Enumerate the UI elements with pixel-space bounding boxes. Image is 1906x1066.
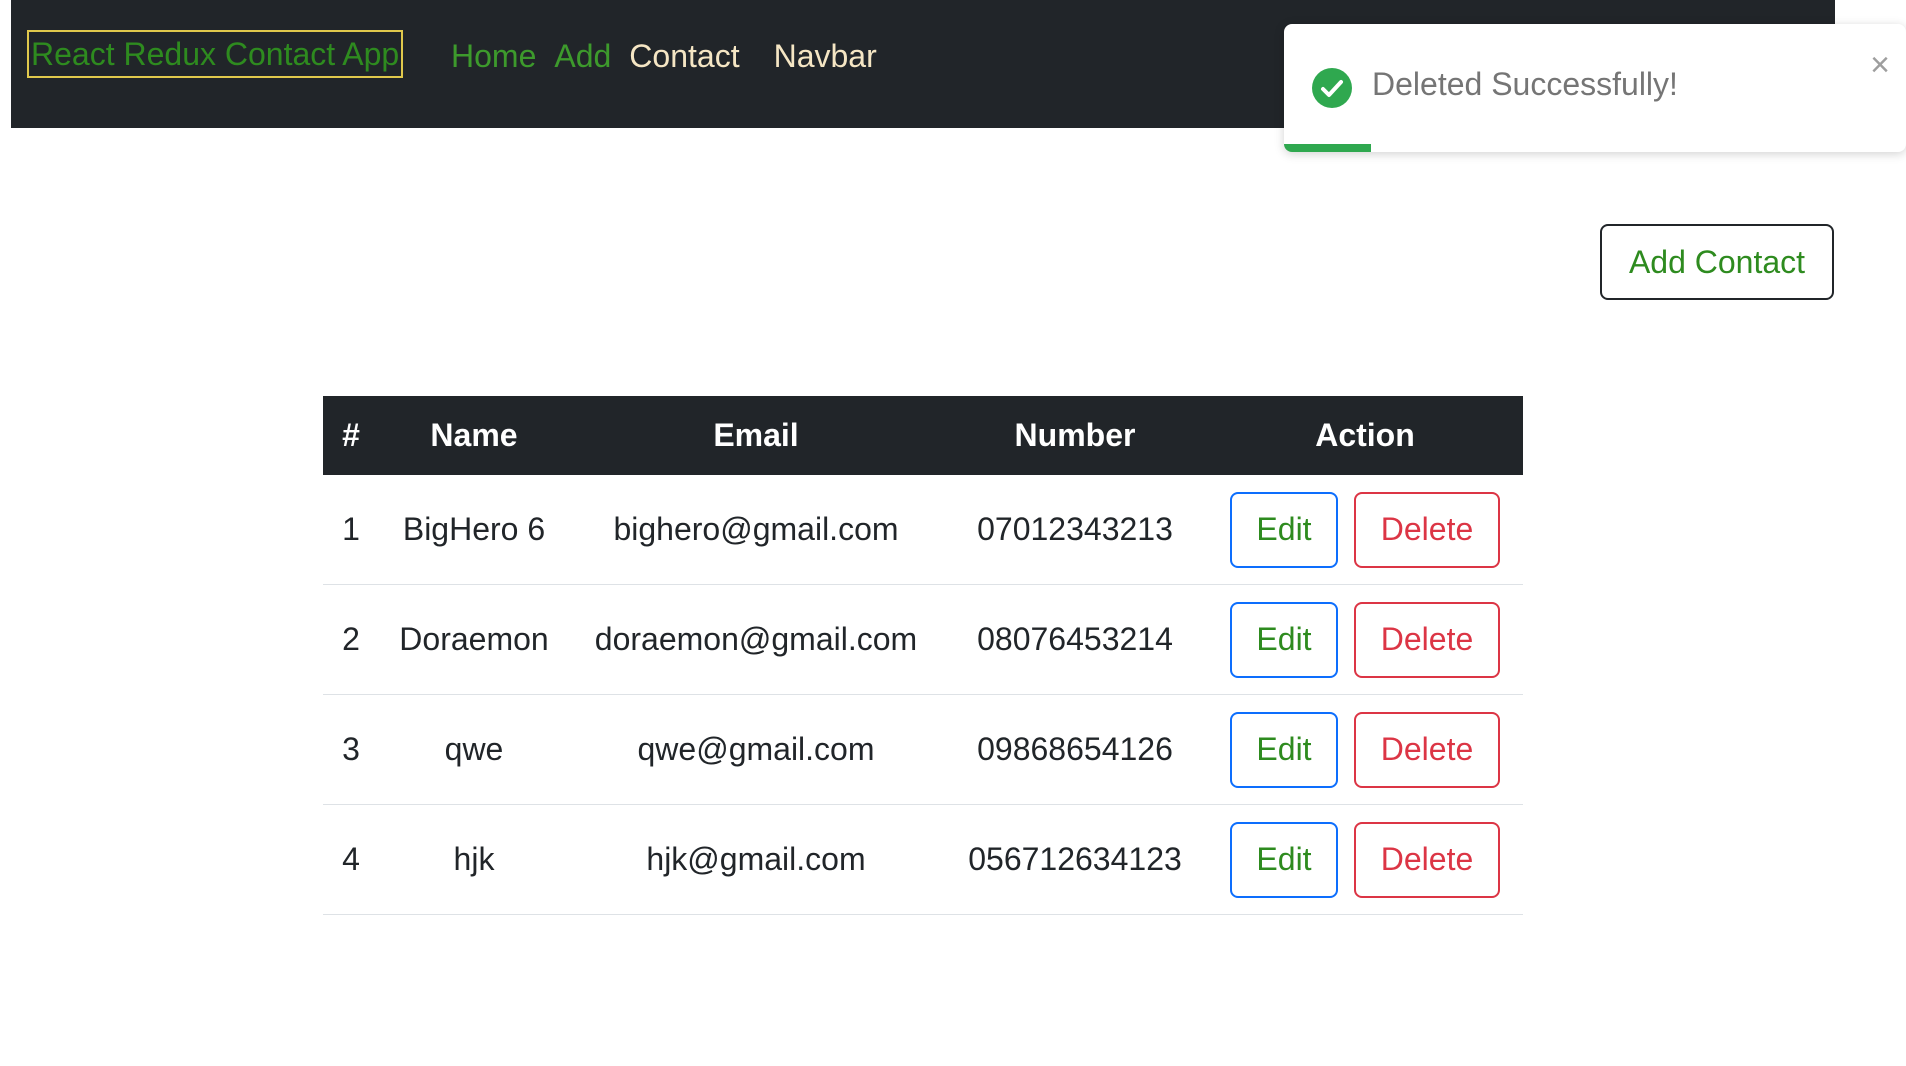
header-index: # [323, 396, 379, 475]
row-name: qwe [379, 694, 569, 805]
row-number: 09868654126 [943, 694, 1207, 805]
edit-button[interactable]: Edit [1230, 491, 1338, 568]
row-actions: Edit Delete [1207, 804, 1523, 915]
edit-button[interactable]: Edit [1230, 821, 1338, 898]
toast-message: Deleted Successfully! [1372, 66, 1678, 102]
contacts-table: # Name Email Number Action 1 BigHero 6 b… [323, 396, 1523, 915]
row-index: 3 [323, 694, 379, 805]
close-icon[interactable]: × [1870, 48, 1890, 82]
table-body: 1 BigHero 6 bighero@gmail.com 0701234321… [323, 475, 1523, 915]
table-row: 2 Doraemon doraemon@gmail.com 0807645321… [323, 584, 1523, 695]
edit-button[interactable]: Edit [1230, 711, 1338, 788]
delete-button[interactable]: Delete [1354, 601, 1500, 678]
row-actions: Edit Delete [1207, 694, 1523, 805]
nav-link-home[interactable]: Home [451, 38, 536, 75]
edit-button[interactable]: Edit [1230, 601, 1338, 678]
row-index: 2 [323, 584, 379, 695]
row-actions: Edit Delete [1207, 475, 1523, 585]
delete-button[interactable]: Delete [1354, 491, 1500, 568]
delete-button[interactable]: Delete [1354, 711, 1500, 788]
navbar-label: Navbar [773, 37, 877, 74]
header-name: Name [379, 396, 569, 475]
row-number: 08076453214 [943, 584, 1207, 695]
header-number: Number [943, 396, 1207, 475]
toast-progress-track [1284, 144, 1906, 152]
toast-progress-bar [1284, 144, 1372, 152]
check-circle-icon [1312, 68, 1352, 108]
table-row: 3 qwe qwe@gmail.com 09868654126 Edit Dele… [323, 694, 1523, 805]
add-contact-button[interactable]: Add Contact [1600, 224, 1834, 300]
table-row: 1 BigHero 6 bighero@gmail.com 0701234321… [323, 475, 1523, 585]
row-number: 07012343213 [943, 475, 1207, 585]
row-index: 4 [323, 804, 379, 915]
row-index: 1 [323, 475, 379, 585]
brand-link[interactable]: React Redux Contact App [27, 30, 404, 78]
delete-button[interactable]: Delete [1354, 821, 1500, 898]
toast-notification: Deleted Successfully! × [1284, 24, 1906, 152]
row-actions: Edit Delete [1207, 584, 1523, 695]
row-email: hjk@gmail.com [569, 804, 943, 915]
row-email: doraemon@gmail.com [569, 584, 943, 695]
row-email: bighero@gmail.com [569, 475, 943, 585]
header-email: Email [569, 396, 943, 475]
nav-link-add[interactable]: Add [554, 38, 611, 75]
row-name: BigHero 6 [379, 475, 569, 585]
table-header: # Name Email Number Action [323, 396, 1523, 475]
nav-link-contact[interactable]: Contact [629, 38, 739, 75]
nav-links: Home Add Contact Navbar [451, 34, 877, 78]
table-row: 4 hjk hjk@gmail.com 056712634123 Edit Del… [323, 804, 1523, 915]
row-name: hjk [379, 804, 569, 915]
header-action: Action [1207, 396, 1523, 475]
row-email: qwe@gmail.com [569, 694, 943, 805]
row-name: Doraemon [379, 584, 569, 695]
row-number: 056712634123 [943, 804, 1207, 915]
table-header-row: # Name Email Number Action [323, 396, 1523, 475]
